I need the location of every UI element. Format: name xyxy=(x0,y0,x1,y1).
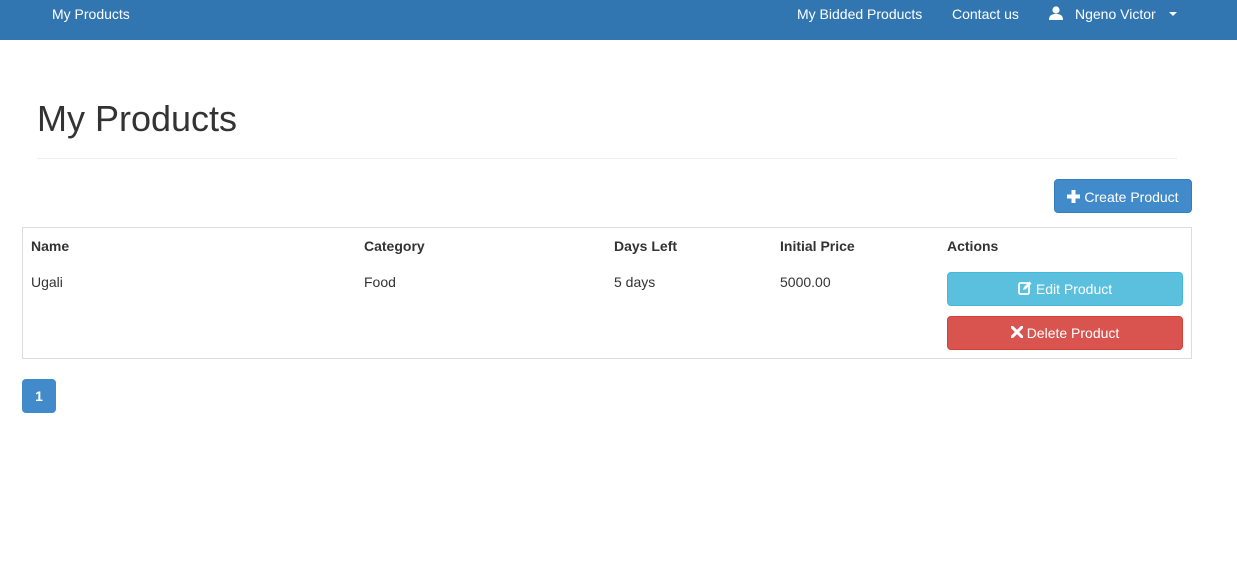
user-icon xyxy=(1049,6,1063,20)
top-navbar: My Products My Bidded Products Contact u… xyxy=(0,0,1237,40)
cell-initial-price: 5000.00 xyxy=(780,274,831,290)
cell-days-left: 5 days xyxy=(614,274,656,290)
column-header-category: Category xyxy=(364,238,425,254)
create-product-label: Create Product xyxy=(1084,189,1179,205)
nav-brand-my-products[interactable]: My Products xyxy=(52,0,130,28)
title-divider xyxy=(37,158,1177,159)
close-icon xyxy=(1010,326,1023,339)
plus-icon xyxy=(1067,189,1081,203)
edit-icon xyxy=(1017,281,1032,296)
delete-product-label: Delete Product xyxy=(1026,325,1120,341)
column-header-days-left: Days Left xyxy=(614,238,678,254)
products-table: Name Category Days Left Initial Price Ac… xyxy=(22,227,1192,359)
column-header-actions: Actions xyxy=(947,238,999,254)
edit-product-button[interactable]: Edit Product xyxy=(947,272,1183,306)
cell-name: Ugali xyxy=(31,274,63,290)
edit-product-label: Edit Product xyxy=(1035,281,1113,297)
nav-link-contact-us[interactable]: Contact us xyxy=(952,0,1019,28)
create-product-button[interactable]: Create Product xyxy=(1054,179,1192,213)
cell-category: Food xyxy=(364,274,396,290)
user-menu-dropdown[interactable]: Ngeno Victor xyxy=(1048,0,1183,28)
user-name: Ngeno Victor xyxy=(1075,6,1156,22)
chevron-down-icon xyxy=(1169,12,1177,16)
nav-link-my-bidded-products[interactable]: My Bidded Products xyxy=(797,0,922,28)
delete-product-button[interactable]: Delete Product xyxy=(947,316,1183,350)
column-header-name: Name xyxy=(31,238,70,254)
page-title: My Products xyxy=(37,98,238,139)
column-header-initial-price: Initial Price xyxy=(780,238,855,254)
pagination-page-1[interactable]: 1 xyxy=(22,379,56,413)
